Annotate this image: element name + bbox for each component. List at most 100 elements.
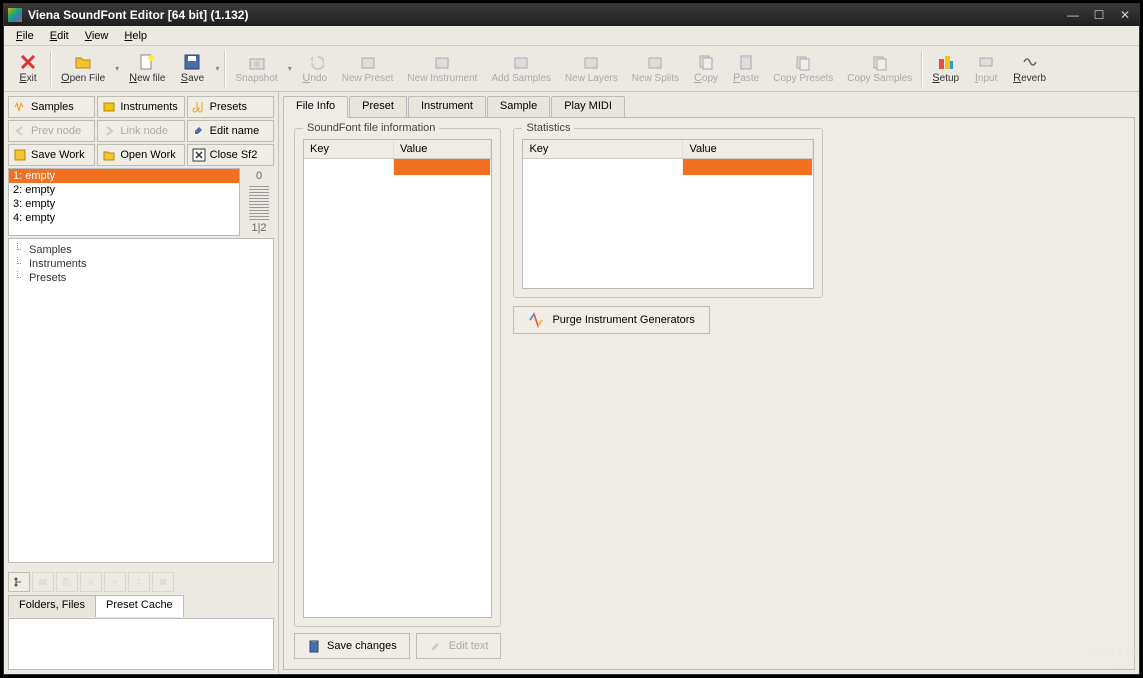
- tree-tool-5[interactable]: [104, 572, 126, 592]
- stats-cell-key[interactable]: [523, 159, 683, 175]
- new-instrument-button[interactable]: New Instrument: [400, 51, 484, 87]
- save-button[interactable]: Save: [172, 50, 212, 87]
- new-file-button[interactable]: New file: [122, 50, 172, 87]
- folders-files-tab[interactable]: Folders, Files: [8, 595, 96, 617]
- stats-col-value[interactable]: Value: [683, 140, 813, 158]
- copy-button[interactable]: Copy: [686, 50, 726, 87]
- prev-node-button[interactable]: Prev node: [8, 120, 95, 142]
- undo-button[interactable]: Undo: [295, 50, 335, 87]
- slot-list[interactable]: 1: empty 2: empty 3: empty 4: empty: [8, 168, 240, 236]
- purge-generators-button[interactable]: Purge Instrument Generators: [513, 306, 709, 334]
- tab-instrument[interactable]: Instrument: [408, 96, 486, 118]
- save-changes-button[interactable]: Save changes: [294, 633, 410, 659]
- preset-cache-tab[interactable]: Preset Cache: [95, 595, 184, 617]
- save-work-button[interactable]: Save Work: [8, 144, 95, 166]
- info-cell-value[interactable]: [394, 159, 491, 175]
- tab-file-info[interactable]: File Info: [283, 96, 348, 118]
- fieldset-legend-1: SoundFont file information: [303, 122, 439, 134]
- tab-play-midi[interactable]: Play MIDI: [551, 96, 625, 118]
- purge-icon: [528, 312, 544, 328]
- scale-top: 0: [256, 170, 262, 182]
- window-title: Viena SoundFont Editor [64 bit] (1.132): [28, 8, 1063, 22]
- save-dropdown[interactable]: ▾: [212, 51, 222, 87]
- stats-grid[interactable]: Key Value: [522, 139, 814, 289]
- close-icon: [192, 148, 206, 162]
- bottom-toolbar: [8, 571, 274, 593]
- open-file-dropdown[interactable]: ▾: [112, 51, 122, 87]
- stats-col-key[interactable]: Key: [523, 140, 683, 158]
- info-col-key[interactable]: Key: [304, 140, 394, 158]
- instruments-tab-button[interactable]: Instruments: [97, 96, 184, 118]
- copy-presets-icon: [794, 54, 812, 72]
- menu-view[interactable]: View: [77, 30, 117, 42]
- edit-name-button[interactable]: Edit name: [187, 120, 274, 142]
- tree-tool-6[interactable]: [128, 572, 150, 592]
- setup-button[interactable]: Setup: [925, 50, 966, 87]
- tree-samples[interactable]: Samples: [15, 243, 267, 257]
- slot-item-1[interactable]: 1: empty: [9, 169, 239, 183]
- tab-sample[interactable]: Sample: [487, 96, 550, 118]
- main-toolbar: Exit Open File ▾ New file Save ▾ Snapsho…: [4, 46, 1139, 92]
- tab-preset[interactable]: Preset: [349, 96, 407, 118]
- close-sf2-button[interactable]: Close Sf2: [187, 144, 274, 166]
- slot-item-2[interactable]: 2: empty: [9, 183, 239, 197]
- input-icon: [977, 53, 995, 71]
- snapshot-dropdown[interactable]: ▾: [285, 51, 295, 87]
- paste-button[interactable]: Paste: [726, 50, 766, 87]
- minimize-button[interactable]: —: [1063, 7, 1083, 23]
- presets-tab-button[interactable]: Presets: [187, 96, 274, 118]
- samples-tab-button[interactable]: Samples: [8, 96, 95, 118]
- new-splits-button[interactable]: New Splits: [625, 51, 686, 87]
- horizontal-splitter[interactable]: [8, 565, 274, 569]
- new-preset-button[interactable]: New Preset: [335, 51, 401, 87]
- preset-cache-content[interactable]: [8, 618, 274, 670]
- structure-tree[interactable]: Samples Instruments Presets: [8, 238, 274, 563]
- setup-icon: [937, 53, 955, 71]
- samples-icon: [13, 100, 27, 114]
- tree-tool-2[interactable]: [32, 572, 54, 592]
- open-file-button[interactable]: Open File: [54, 50, 112, 87]
- tree-presets[interactable]: Presets: [15, 271, 267, 285]
- info-col-value[interactable]: Value: [394, 140, 491, 158]
- menu-file[interactable]: File: [8, 30, 42, 42]
- new-preset-icon: [359, 54, 377, 72]
- menu-edit[interactable]: Edit: [42, 30, 77, 42]
- presets-icon: [192, 100, 206, 114]
- right-tab-row: File Info Preset Instrument Sample Play …: [283, 96, 1135, 118]
- copy-samples-button[interactable]: Copy Samples: [840, 51, 919, 87]
- stats-cell-value[interactable]: [683, 159, 813, 175]
- add-samples-icon: [512, 54, 530, 72]
- tree-tool-3[interactable]: [56, 572, 78, 592]
- tree-tool-4[interactable]: [80, 572, 102, 592]
- reverb-button[interactable]: Reverb: [1006, 50, 1053, 87]
- new-instrument-icon: [433, 54, 451, 72]
- tree-tool-1[interactable]: [8, 572, 30, 592]
- open-work-button[interactable]: Open Work: [97, 144, 184, 166]
- clipboard-icon: [307, 639, 321, 653]
- exit-icon: [19, 53, 37, 71]
- scale-widget[interactable]: 0 1|2: [244, 168, 274, 236]
- edit-icon: [192, 124, 206, 138]
- soundfont-info-fieldset: SoundFont file information Key Value: [294, 128, 501, 627]
- edit-text-button[interactable]: Edit text: [416, 633, 502, 659]
- menu-help[interactable]: Help: [116, 30, 155, 42]
- info-cell-key[interactable]: [304, 159, 394, 175]
- close-button[interactable]: ✕: [1115, 7, 1135, 23]
- slot-item-3[interactable]: 3: empty: [9, 197, 239, 211]
- instruments-icon: [102, 100, 116, 114]
- info-grid[interactable]: Key Value: [303, 139, 492, 618]
- input-button[interactable]: Input: [966, 50, 1006, 87]
- new-splits-icon: [646, 54, 664, 72]
- slot-item-4[interactable]: 4: empty: [9, 211, 239, 225]
- snapshot-button[interactable]: Snapshot: [228, 51, 284, 87]
- tree-tool-7[interactable]: [152, 572, 174, 592]
- add-samples-button[interactable]: Add Samples: [484, 51, 557, 87]
- link-node-button[interactable]: Link node: [97, 120, 184, 142]
- copy-presets-button[interactable]: Copy Presets: [766, 51, 840, 87]
- titlebar[interactable]: Viena SoundFont Editor [64 bit] (1.132) …: [4, 4, 1139, 26]
- maximize-button[interactable]: ☐: [1089, 7, 1109, 23]
- new-layers-button[interactable]: New Layers: [558, 51, 625, 87]
- tree-instruments[interactable]: Instruments: [15, 257, 267, 271]
- exit-button[interactable]: Exit: [8, 50, 48, 87]
- link-icon: [102, 124, 116, 138]
